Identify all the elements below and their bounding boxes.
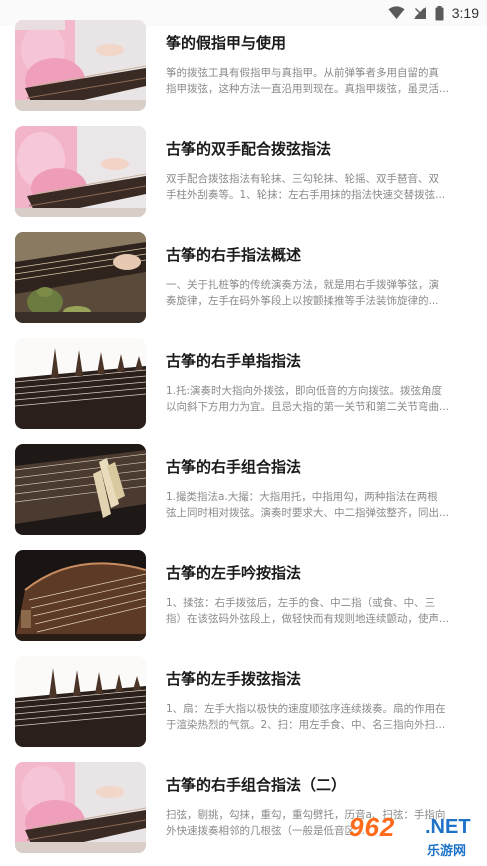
article-thumbnail [15,20,146,111]
summary-line: 1、揉弦：右手拨弦后，左手的食、中二指（或食、中、三 [166,597,436,609]
article-title: 古筝的左手拨弦指法 [166,670,302,688]
article-title: 古筝的双手配合拨弦指法 [166,140,332,158]
summary-line: 指甲拨弦，这种方法一直沿用到现在。真指甲拨弦，虽灵活... [166,83,450,95]
article-summary: 1.托:演奏时大指向外拨弦，即向低音的方向拨弦。拨弦角度 以向斜下方用力为宜。且… [166,383,466,415]
summary-line: 双手配合拨弦指法有轮抹、三勾轮抹、轮摇、双手琶音、双 [166,173,439,185]
watermark-site-name: 乐游网 [427,844,467,859]
article-title: 古筝的左手吟按指法 [166,564,302,582]
article-summary: 1.撮类指法a.大撮：大指用托，中指用勾，两种指法在两根 弦上同时相对拨弦。演奏… [166,489,466,521]
article-title: 古筝的右手组合指法 [166,458,302,476]
article-summary: 筝的拨弦工具有假指甲与真指甲。从前弹筝者多用自留的真 指甲拨弦，这种方法一直沿用… [166,65,466,97]
summary-line: 弦上同时相对拨弦。演奏时要求大、中二指弹弦整齐，同出... [166,507,450,519]
watermark-number: 962 [349,812,396,842]
list-item[interactable]: 古筝的右手指法概述 一、关于扎桩筝的传统演奏方法，就是用右手拨弹筝弦，演 奏旋律… [0,224,487,330]
article-summary: 一、关于扎桩筝的传统演奏方法，就是用右手拨弹筝弦，演 奏旋律，左手在码外筝段上以… [166,277,466,309]
summary-line: 奏旋律，左手在码外筝段上以按颤揉推等手法装饰旋律的... [166,295,439,307]
article-thumbnail [15,550,146,641]
summary-line: 于渲染热烈的气氛。2、扫：用左手食、中、名三指向外扫... [166,719,446,731]
summary-line: 1.托:演奏时大指向外拨弦，即向低音的方向拨弦。拨弦角度 [166,385,443,397]
summary-line: 一、关于扎桩筝的传统演奏方法，就是用右手拨弹筝弦，演 [166,279,439,291]
summary-line: 指）在该弦码外弦段上，做轻快而有规则地连续颤动，使声... [166,613,450,625]
summary-line: 以向斜下方用力为宜。且忌大指的第一关节和第二关节弯曲... [166,401,450,413]
article-thumbnail [15,656,146,747]
list-item[interactable]: 古筝的左手拨弦指法 1、扇：左手大指以极快的速度顺弦序连续拨奏。扇的作用在 于渲… [0,648,487,754]
article-title: 古筝的右手组合指法（二） [166,776,347,794]
article-thumbnail [15,232,146,323]
summary-line: 筝的拨弦工具有假指甲与真指甲。从前弹筝者多用自留的真 [166,67,439,79]
article-title: 古筝的右手单指指法 [166,352,302,370]
summary-line: 1、扇：左手大指以极快的速度顺弦序连续拨奏。扇的作用在 [166,703,446,715]
article-title: 古筝的右手指法概述 [166,246,302,264]
article-thumbnail [15,126,146,217]
article-thumbnail [15,444,146,535]
article-summary: 双手配合拨弦指法有轮抹、三勾轮抹、轮摇、双手琶音、双 手柱外刮奏等。1、轮抹：左… [166,171,466,203]
summary-line: 手柱外刮奏等。1、轮抹：左右手用抹的指法快速交替拨弦... [166,189,446,201]
list-item[interactable]: 古筝的左手吟按指法 1、揉弦：右手拨弦后，左手的食、中二指（或食、中、三 指）在… [0,542,487,648]
article-thumbnail [15,338,146,429]
list-item[interactable]: 古筝的右手单指指法 1.托:演奏时大指向外拨弦，即向低音的方向拨弦。拨弦角度 以… [0,330,487,436]
article-summary: 1、扇：左手大指以极快的速度顺弦序连续拨奏。扇的作用在 于渲染热烈的气氛。2、扫… [166,701,466,733]
list-item[interactable]: 古筝的右手组合指法 1.撮类指法a.大撮：大指用托，中指用勾，两种指法在两根 弦… [0,436,487,542]
list-item[interactable]: 古筝的双手配合拨弦指法 双手配合拨弦指法有轮抹、三勾轮抹、轮摇、双手琶音、双 手… [0,118,487,224]
list-item[interactable]: 筝的假指甲与使用 筝的拨弦工具有假指甲与真指甲。从前弹筝者多用自留的真 指甲拨弦… [0,12,487,118]
article-thumbnail [15,762,146,853]
article-title: 筝的假指甲与使用 [166,34,287,52]
article-summary: 1、揉弦：右手拨弦后，左手的食、中二指（或食、中、三 指）在该弦码外弦段上，做轻… [166,595,466,627]
watermark-domain: .NET [425,816,471,838]
site-watermark-logo: 962 .NET 乐游网 [349,812,481,862]
summary-line: 1.撮类指法a.大撮：大指用托，中指用勾，两种指法在两根 [166,491,438,503]
